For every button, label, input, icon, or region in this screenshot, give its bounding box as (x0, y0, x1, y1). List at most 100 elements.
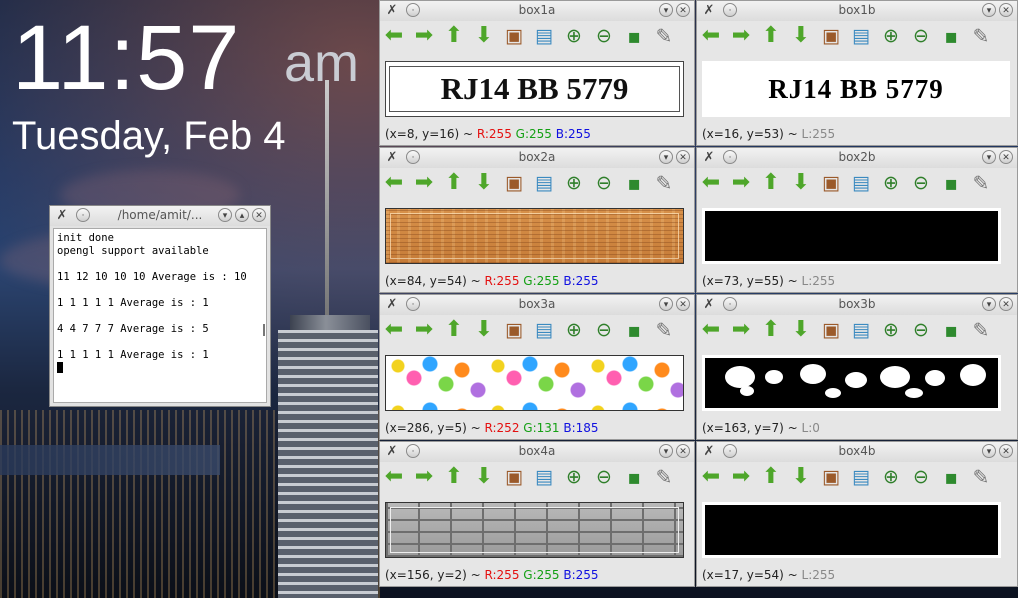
window-titlebar[interactable]: ✗ · box1a ▾ ✕ (380, 1, 694, 21)
zoom-in-icon[interactable]: ⊕ (879, 23, 903, 49)
arrow-up-icon[interactable]: ⬆ (759, 317, 783, 343)
picture-icon[interactable]: ▤ (849, 170, 873, 196)
arrow-left-icon[interactable]: ⬅ (382, 464, 406, 490)
shade-button[interactable]: ▾ (982, 297, 996, 311)
arrow-down-icon[interactable]: ⬇ (789, 170, 813, 196)
image-icon[interactable]: ▣ (502, 23, 526, 49)
shade-button[interactable]: ▾ (659, 444, 673, 458)
image-icon[interactable]: ▣ (502, 317, 526, 343)
arrow-left-icon[interactable]: ⬅ (382, 23, 406, 49)
image-icon[interactable]: ▣ (819, 170, 843, 196)
brush-icon[interactable]: ✎ (969, 317, 993, 343)
save-icon[interactable]: ▪ (939, 23, 963, 49)
zoom-out-icon[interactable]: ⊖ (592, 23, 616, 49)
arrow-right-icon[interactable]: ➡ (729, 317, 753, 343)
zoom-in-icon[interactable]: ⊕ (562, 170, 586, 196)
window-titlebar[interactable]: ✗ · box3b ▾ ✕ (697, 295, 1017, 315)
brush-icon[interactable]: ✎ (969, 170, 993, 196)
picture-icon[interactable]: ▤ (849, 464, 873, 490)
picture-icon[interactable]: ▤ (532, 317, 556, 343)
arrow-down-icon[interactable]: ⬇ (472, 170, 496, 196)
zoom-out-icon[interactable]: ⊖ (909, 170, 933, 196)
terminal-scrollbar[interactable] (263, 324, 265, 336)
close-button[interactable]: ✕ (999, 444, 1013, 458)
close-button[interactable]: ✕ (999, 3, 1013, 17)
close-button[interactable]: ✕ (676, 297, 690, 311)
shade-button[interactable]: ▾ (982, 444, 996, 458)
zoom-in-icon[interactable]: ⊕ (879, 170, 903, 196)
arrow-up-icon[interactable]: ⬆ (442, 170, 466, 196)
image-view[interactable] (385, 502, 684, 558)
brush-icon[interactable]: ✎ (969, 23, 993, 49)
picture-icon[interactable]: ▤ (849, 23, 873, 49)
arrow-up-icon[interactable]: ⬆ (759, 23, 783, 49)
maximize-button[interactable]: ▴ (235, 208, 249, 222)
close-button[interactable]: ✕ (999, 297, 1013, 311)
brush-icon[interactable]: ✎ (652, 23, 676, 49)
save-icon[interactable]: ▪ (622, 317, 646, 343)
arrow-left-icon[interactable]: ⬅ (699, 464, 723, 490)
zoom-out-icon[interactable]: ⊖ (909, 317, 933, 343)
window-titlebar[interactable]: ✗ · box1b ▾ ✕ (697, 1, 1017, 21)
arrow-left-icon[interactable]: ⬅ (382, 170, 406, 196)
arrow-up-icon[interactable]: ⬆ (759, 170, 783, 196)
zoom-in-icon[interactable]: ⊕ (879, 464, 903, 490)
zoom-out-icon[interactable]: ⊖ (909, 23, 933, 49)
window-titlebar[interactable]: ✗ · box4b ▾ ✕ (697, 442, 1017, 462)
arrow-right-icon[interactable]: ➡ (412, 23, 436, 49)
arrow-left-icon[interactable]: ⬅ (699, 317, 723, 343)
arrow-down-icon[interactable]: ⬇ (789, 317, 813, 343)
window-titlebar[interactable]: ✗ · box3a ▾ ✕ (380, 295, 694, 315)
terminal-output[interactable]: init done opengl support available 11 12… (53, 228, 267, 403)
image-icon[interactable]: ▣ (502, 170, 526, 196)
image-view[interactable]: RJ14 BB 5779 (702, 61, 1010, 117)
image-view[interactable]: RJ14 BB 5779 (385, 61, 684, 117)
picture-icon[interactable]: ▤ (532, 23, 556, 49)
save-icon[interactable]: ▪ (939, 170, 963, 196)
shade-button[interactable]: ▾ (982, 150, 996, 164)
brush-icon[interactable]: ✎ (652, 170, 676, 196)
save-icon[interactable]: ▪ (622, 464, 646, 490)
arrow-up-icon[interactable]: ⬆ (442, 464, 466, 490)
zoom-in-icon[interactable]: ⊕ (879, 317, 903, 343)
image-view[interactable] (702, 355, 1001, 411)
zoom-out-icon[interactable]: ⊖ (592, 317, 616, 343)
zoom-in-icon[interactable]: ⊕ (562, 464, 586, 490)
terminal-titlebar[interactable]: ✗ · /home/amit/... ▾ ▴ ✕ (50, 206, 270, 226)
shade-button[interactable]: ▾ (218, 208, 232, 222)
arrow-up-icon[interactable]: ⬆ (442, 317, 466, 343)
zoom-out-icon[interactable]: ⊖ (592, 170, 616, 196)
arrow-right-icon[interactable]: ➡ (729, 23, 753, 49)
close-button[interactable]: ✕ (999, 150, 1013, 164)
image-icon[interactable]: ▣ (819, 23, 843, 49)
image-icon[interactable]: ▣ (819, 317, 843, 343)
arrow-right-icon[interactable]: ➡ (729, 464, 753, 490)
close-button[interactable]: ✕ (252, 208, 266, 222)
arrow-left-icon[interactable]: ⬅ (382, 317, 406, 343)
brush-icon[interactable]: ✎ (652, 464, 676, 490)
close-button[interactable]: ✕ (676, 150, 690, 164)
arrow-right-icon[interactable]: ➡ (412, 464, 436, 490)
arrow-right-icon[interactable]: ➡ (412, 317, 436, 343)
arrow-down-icon[interactable]: ⬇ (472, 464, 496, 490)
close-button[interactable]: ✕ (676, 444, 690, 458)
image-view[interactable] (702, 208, 1001, 264)
image-icon[interactable]: ▣ (502, 464, 526, 490)
image-icon[interactable]: ▣ (819, 464, 843, 490)
window-titlebar[interactable]: ✗ · box2b ▾ ✕ (697, 148, 1017, 168)
brush-icon[interactable]: ✎ (652, 317, 676, 343)
zoom-in-icon[interactable]: ⊕ (562, 23, 586, 49)
image-view[interactable] (385, 355, 684, 411)
arrow-right-icon[interactable]: ➡ (729, 170, 753, 196)
arrow-up-icon[interactable]: ⬆ (759, 464, 783, 490)
arrow-down-icon[interactable]: ⬇ (472, 317, 496, 343)
arrow-down-icon[interactable]: ⬇ (472, 23, 496, 49)
image-view[interactable] (385, 208, 684, 264)
zoom-in-icon[interactable]: ⊕ (562, 317, 586, 343)
window-titlebar[interactable]: ✗ · box2a ▾ ✕ (380, 148, 694, 168)
shade-button[interactable]: ▾ (659, 297, 673, 311)
shade-button[interactable]: ▾ (659, 150, 673, 164)
arrow-down-icon[interactable]: ⬇ (789, 464, 813, 490)
picture-icon[interactable]: ▤ (849, 317, 873, 343)
save-icon[interactable]: ▪ (939, 317, 963, 343)
